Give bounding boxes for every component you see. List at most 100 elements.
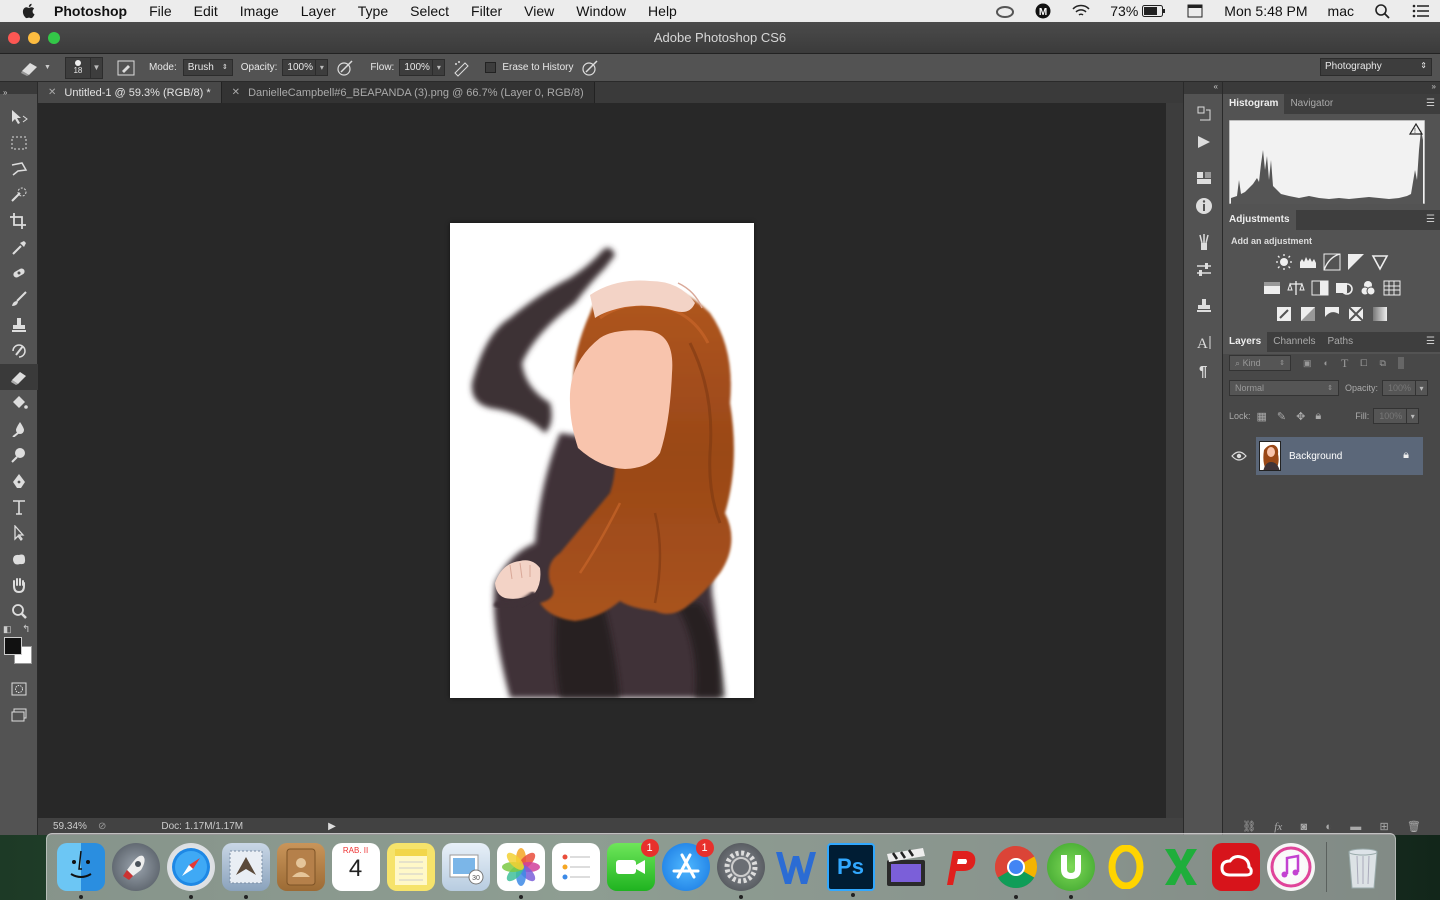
dock-excel[interactable] bbox=[1157, 843, 1205, 891]
curves-icon[interactable] bbox=[1320, 252, 1344, 272]
dock-word[interactable] bbox=[772, 843, 820, 891]
menubar-m-icon[interactable]: M bbox=[1034, 3, 1052, 19]
layer-opacity-input[interactable]: 100% bbox=[1382, 380, 1417, 396]
screen-mode-toggle[interactable] bbox=[0, 702, 38, 728]
dock-photos[interactable] bbox=[496, 843, 545, 899]
custom-shape-tool[interactable] bbox=[0, 546, 38, 572]
layer-style-fx-icon[interactable]: fx bbox=[1274, 821, 1282, 833]
lock-position-icon[interactable]: ✥ bbox=[1296, 410, 1305, 423]
spot-healing-tool[interactable] bbox=[0, 260, 38, 286]
color-lookup-icon[interactable] bbox=[1380, 278, 1404, 298]
default-colors-icon[interactable]: ◧ bbox=[3, 624, 12, 635]
paragraph-panel-button[interactable]: ¶ bbox=[1184, 356, 1224, 384]
quick-mask-toggle[interactable] bbox=[0, 676, 38, 702]
color-panel-button[interactable] bbox=[1184, 164, 1224, 192]
blur-tool[interactable] bbox=[0, 416, 38, 442]
filter-shape-icon[interactable]: ⧠ bbox=[1360, 358, 1367, 369]
spotlight-icon[interactable] bbox=[1374, 3, 1392, 19]
panel-menu-icon[interactable]: ☰ bbox=[1426, 214, 1435, 225]
opacity-slider-toggle[interactable]: ▾ bbox=[316, 59, 329, 76]
brush-panel-toggle[interactable] bbox=[115, 57, 137, 79]
clone-stamp-tool[interactable] bbox=[0, 312, 38, 338]
move-tool[interactable] bbox=[0, 104, 38, 130]
tab-adjustments[interactable]: Adjustments bbox=[1223, 210, 1296, 230]
brush-preset-picker[interactable]: 18 ▼ bbox=[64, 56, 103, 79]
lasso-tool[interactable] bbox=[0, 156, 38, 182]
erase-to-history-option[interactable]: Erase to History bbox=[485, 62, 573, 73]
filter-pixel-icon[interactable]: ▣ bbox=[1303, 358, 1312, 369]
lock-transparent-icon[interactable]: ▦ bbox=[1257, 410, 1267, 423]
delete-layer-trash-icon[interactable]: 🗑︎ bbox=[1407, 820, 1421, 833]
pressure-opacity-toggle[interactable] bbox=[334, 57, 356, 79]
brush-presets-panel-button[interactable] bbox=[1184, 228, 1224, 256]
apple-icon[interactable] bbox=[20, 2, 38, 20]
expand-panels-icon[interactable]: « bbox=[1184, 82, 1222, 94]
foreground-color-swatch[interactable] bbox=[4, 637, 22, 655]
layer-visibility-eye-icon[interactable] bbox=[1231, 449, 1247, 467]
menu-view[interactable]: View bbox=[513, 0, 565, 22]
dock-pdf-app[interactable] bbox=[937, 843, 985, 891]
close-tab-icon[interactable]: ✕ bbox=[232, 87, 240, 98]
invert-icon[interactable] bbox=[1272, 304, 1296, 324]
pressure-size-toggle[interactable] bbox=[579, 57, 601, 79]
document-canvas[interactable] bbox=[450, 223, 754, 698]
info-panel-button[interactable] bbox=[1184, 192, 1224, 220]
channel-mixer-icon[interactable] bbox=[1356, 278, 1380, 298]
menu-help[interactable]: Help bbox=[637, 0, 688, 22]
hand-tool[interactable] bbox=[0, 572, 38, 598]
clone-source-panel-button[interactable] bbox=[1184, 292, 1224, 320]
selective-color-icon[interactable] bbox=[1344, 304, 1368, 324]
flow-input[interactable]: 100% bbox=[399, 59, 434, 76]
erase-to-history-checkbox[interactable] bbox=[485, 62, 497, 73]
tab-untitled-1[interactable]: ✕ Untitled-1 @ 59.3% (RGB/8) * bbox=[38, 82, 222, 103]
opacity-input[interactable]: 100% bbox=[282, 59, 317, 76]
new-adjustment-layer-icon[interactable]: ◐ bbox=[1325, 821, 1332, 833]
battery-status[interactable]: 73% bbox=[1110, 3, 1166, 19]
filter-adjustment-icon[interactable]: ◐ bbox=[1324, 358, 1329, 368]
new-layer-icon[interactable]: ⊞ bbox=[1379, 820, 1388, 833]
menu-image[interactable]: Image bbox=[229, 0, 290, 22]
color-balance-icon[interactable] bbox=[1284, 278, 1308, 298]
menu-edit[interactable]: Edit bbox=[183, 0, 229, 22]
dock-app-store[interactable]: 1 bbox=[661, 839, 714, 891]
brush-tool[interactable] bbox=[0, 286, 38, 312]
clock[interactable]: Mon 5:48 PM bbox=[1224, 3, 1307, 19]
user-name[interactable]: mac bbox=[1328, 3, 1354, 19]
flow-slider-toggle[interactable]: ▾ bbox=[433, 59, 446, 76]
blend-mode-select[interactable]: Normal ⇕ bbox=[1229, 380, 1339, 396]
dock-utorrent[interactable] bbox=[1046, 843, 1095, 899]
gradient-map-icon[interactable] bbox=[1368, 304, 1392, 324]
history-brush-tool[interactable] bbox=[0, 338, 38, 364]
layer-filter-kind-select[interactable]: ⌕ Kind ⇕ bbox=[1229, 355, 1291, 371]
dock-mail-eagle[interactable] bbox=[221, 843, 270, 899]
mode-select[interactable]: Brush ⇕ bbox=[182, 59, 233, 76]
new-group-folder-icon[interactable]: ▬ bbox=[1350, 821, 1361, 833]
paint-bucket-tool[interactable] bbox=[0, 390, 38, 416]
lock-all-icon[interactable]: 🔒︎ bbox=[1315, 410, 1321, 423]
tool-preset-picker[interactable]: ▼ bbox=[18, 59, 51, 77]
menu-window[interactable]: Window bbox=[565, 0, 637, 22]
history-panel-button[interactable] bbox=[1184, 100, 1224, 128]
dock-contacts[interactable] bbox=[276, 843, 325, 891]
lock-image-icon[interactable]: ✎ bbox=[1277, 410, 1286, 423]
collapse-panels-icon[interactable]: » bbox=[1223, 82, 1440, 94]
panel-menu-icon[interactable]: ☰ bbox=[1426, 336, 1435, 347]
dock-creative-cloud[interactable] bbox=[1211, 843, 1260, 891]
filter-toggle-switch[interactable] bbox=[1397, 357, 1404, 369]
eyedropper-tool[interactable] bbox=[0, 234, 38, 260]
panel-collapse-grip[interactable]: » bbox=[0, 82, 37, 97]
menu-select[interactable]: Select bbox=[399, 0, 460, 22]
dock-trash[interactable] bbox=[1339, 843, 1387, 891]
exposure-icon[interactable] bbox=[1344, 252, 1368, 272]
close-tab-icon[interactable]: ✕ bbox=[48, 87, 56, 98]
dock-photoshop[interactable]: Ps bbox=[826, 843, 875, 897]
dock-launchpad[interactable] bbox=[111, 843, 160, 891]
character-panel-button[interactable]: A bbox=[1184, 328, 1224, 356]
path-selection-tool[interactable] bbox=[0, 520, 38, 546]
wifi-icon[interactable] bbox=[1072, 3, 1090, 19]
creative-cloud-icon[interactable] bbox=[996, 3, 1015, 19]
vertical-scrollbar[interactable] bbox=[1166, 103, 1183, 818]
tab-layers[interactable]: Layers bbox=[1223, 332, 1268, 352]
crop-tool[interactable] bbox=[0, 208, 38, 234]
zoom-tool[interactable] bbox=[0, 598, 38, 624]
